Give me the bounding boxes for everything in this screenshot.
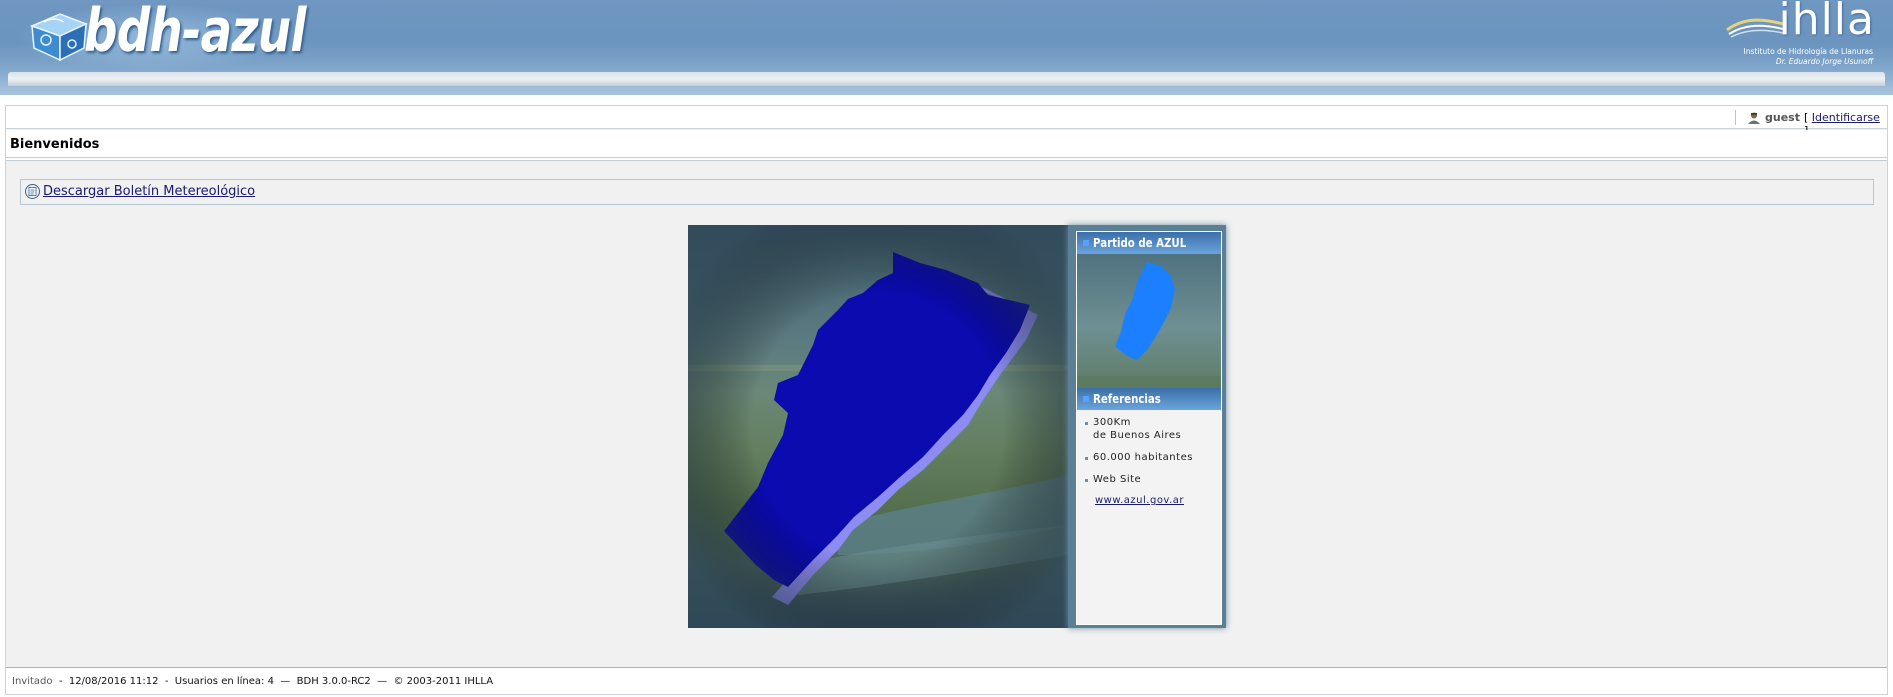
user-icon <box>1748 112 1760 124</box>
footer: Invitado - 12/08/2016 11:12 - Usuarios e… <box>6 667 1887 694</box>
bullet-icon <box>1085 479 1088 482</box>
org-logo-text: ihlla <box>1778 0 1875 45</box>
panel-heading-referencias: Referencias <box>1077 388 1221 410</box>
azul-map-image[interactable] <box>688 225 1068 628</box>
header-nav-bar <box>8 72 1885 86</box>
download-bulletin-box: Descargar Boletín Metereológico <box>20 179 1874 205</box>
footer-sep: — <box>273 676 297 687</box>
reference-text: 60.000 habitantes <box>1093 452 1193 463</box>
footer-sep: — <box>370 676 394 687</box>
list-item: Web Site <box>1085 473 1217 486</box>
info-panel-frame: Partido de AZUL Referencias 300Km de Bue… <box>1068 225 1226 628</box>
reference-text: 300Km <box>1093 417 1131 428</box>
login-link[interactable]: Identificarse <box>1812 111 1880 124</box>
download-bulletin-link[interactable]: Descargar Boletín Metereológico <box>43 184 255 199</box>
document-icon[interactable] <box>25 184 40 199</box>
app-header: bdh-azul ihlla Instituto de Hidrología d… <box>0 0 1893 95</box>
reference-text: Web Site <box>1093 474 1142 485</box>
title-bar: Bienvenidos <box>6 130 1887 161</box>
bullet-icon <box>1085 422 1088 425</box>
map-graphic <box>688 225 1068 628</box>
login-bracket-open: [ <box>1804 111 1812 124</box>
user-bar: guest [ Identificarse ] <box>6 106 1887 137</box>
footer-sep: - <box>158 676 175 687</box>
footer-copyright: © 2003-2011 IHLLA <box>393 676 494 687</box>
logo-text[interactable]: bdh-azul <box>84 0 306 66</box>
footer-sep: - <box>52 676 69 687</box>
divider <box>1735 110 1736 125</box>
username: guest <box>1765 111 1800 124</box>
partido-thumbnail <box>1077 254 1221 388</box>
org-director: Dr. Eduardo Jorge Usunoff <box>1775 57 1873 66</box>
references-list: 300Km de Buenos Aires 60.000 habitantes … <box>1085 416 1217 506</box>
swoosh-icon <box>1726 18 1784 38</box>
district-shape-icon <box>1077 262 1221 388</box>
panel-heading-label: Referencias <box>1093 392 1161 406</box>
org-subtitle: Instituto de Hidrología de Llanuras <box>1743 47 1873 56</box>
footer-role: Invitado <box>12 676 53 687</box>
bullet-square-icon <box>1083 240 1089 246</box>
footer-version: BDH 3.0.0-RC2 <box>296 676 371 687</box>
footer-online-users: Usuarios en línea: 4 <box>174 676 274 687</box>
list-item: 60.000 habitantes <box>1085 451 1217 464</box>
reference-text: de Buenos Aires <box>1093 430 1182 441</box>
info-panel: Partido de AZUL Referencias 300Km de Bue… <box>1076 231 1222 625</box>
page-title: Bienvenidos <box>10 137 100 152</box>
org-logo[interactable]: ihlla Instituto de Hidrología de Llanura… <box>1725 0 1875 68</box>
list-item: 300Km de Buenos Aires <box>1085 416 1217 442</box>
footer-status: Invitado - 12/08/2016 11:12 - Usuarios e… <box>12 676 493 687</box>
website-link[interactable]: www.azul.gov.ar <box>1095 495 1217 506</box>
bullet-square-icon <box>1083 396 1089 402</box>
panel-heading-partido: Partido de AZUL <box>1077 232 1221 254</box>
footer-datetime: 12/08/2016 11:12 <box>68 676 159 687</box>
bullet-icon <box>1085 457 1088 460</box>
panel-heading-label: Partido de AZUL <box>1093 236 1187 250</box>
